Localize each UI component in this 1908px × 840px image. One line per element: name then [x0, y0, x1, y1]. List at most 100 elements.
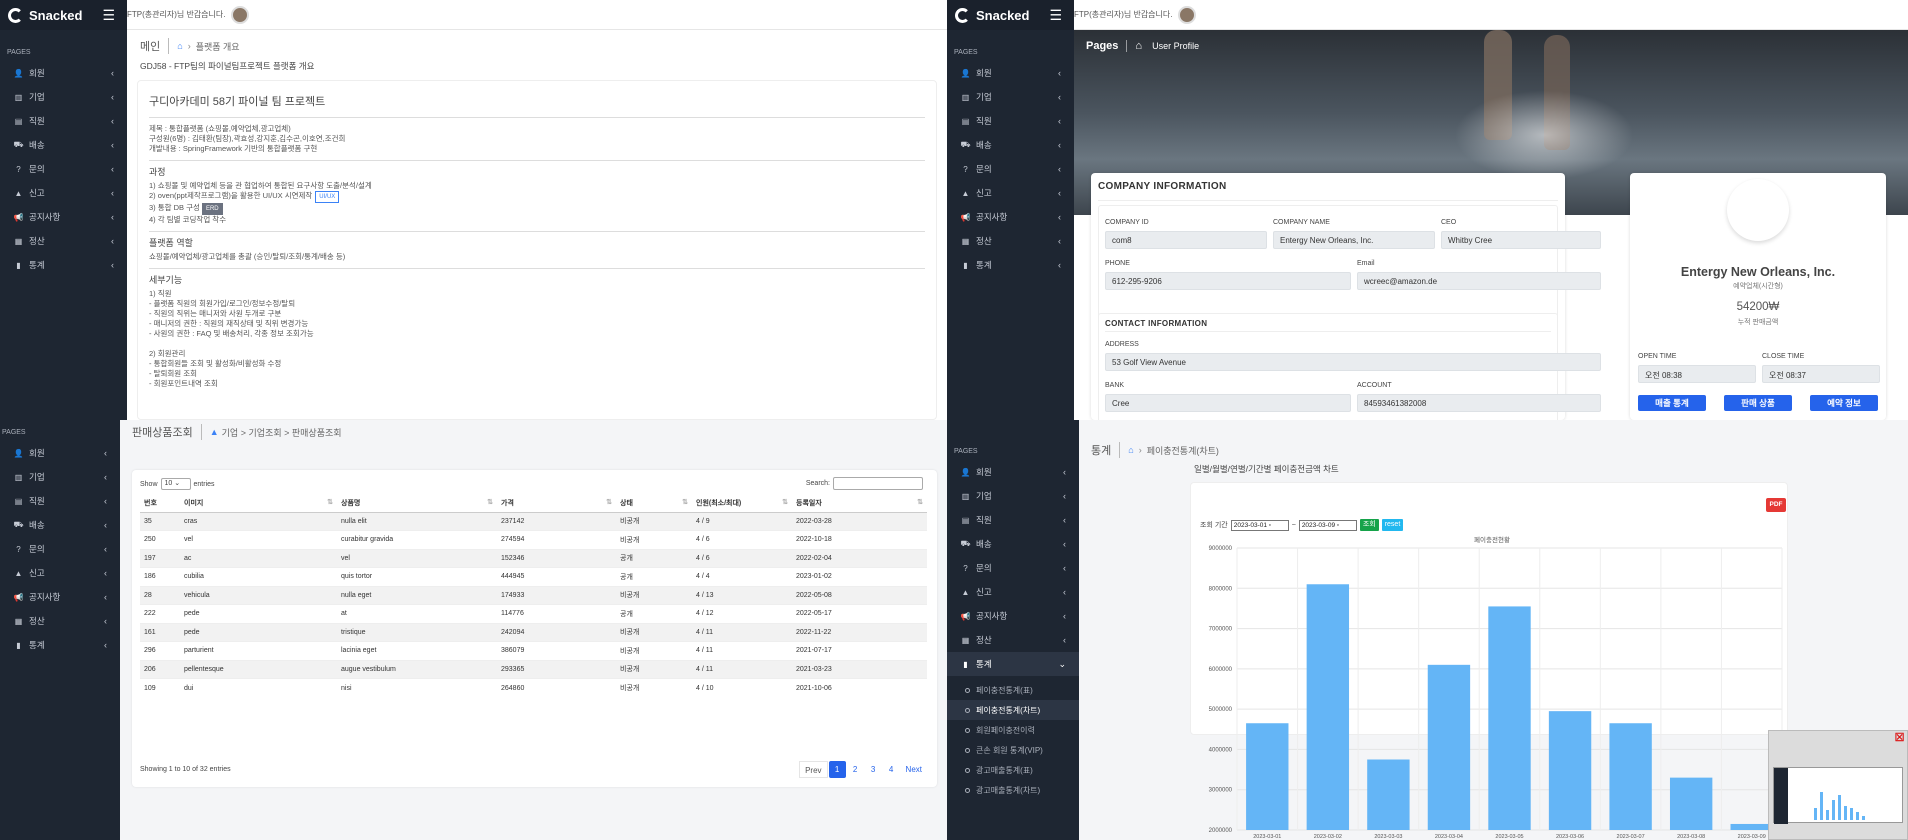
sort-icon[interactable]: ⇅	[327, 498, 333, 506]
table-cell: lacinia eget	[337, 641, 497, 660]
company-id-field: COMPANY ID com8	[1105, 219, 1267, 249]
erd-tag[interactable]: ERD	[201, 203, 223, 215]
sidebar-item-employee[interactable]: ▤ 직원 ‹	[0, 109, 127, 133]
profile-amount-label: 누적 판매금액	[1737, 319, 1779, 326]
table-row[interactable]: 222 pede at 114776 공개 4 / 12 2022-05-17	[140, 604, 927, 623]
sidebar-item-stats[interactable]: ▮ 통계 ‹	[0, 633, 120, 657]
next-page-button[interactable]: Next	[901, 761, 927, 778]
overview-heading: GDJ58 - FTP팀의 파이널팀프로젝트 플랫폼 개요	[140, 61, 315, 71]
column-header[interactable]: 등록일자 ⇅	[792, 495, 927, 513]
field-label: COMPANY NAME	[1273, 219, 1330, 226]
sort-icon[interactable]: ⇅	[606, 498, 612, 506]
sidebar-item-company[interactable]: ▥ 기업 ‹	[0, 85, 127, 109]
sidebar-item-delivery[interactable]: ⛟ 배송 ‹	[947, 133, 1074, 157]
column-header[interactable]: 이미지 ⇅	[180, 495, 337, 513]
table-cell: 2022-05-17	[792, 604, 927, 623]
sidebar-item-report[interactable]: ▲ 신고 ‹	[947, 181, 1074, 205]
chart-bar	[1306, 584, 1350, 830]
sidebar-item-notice[interactable]: 📢 공지사항 ‹	[947, 205, 1074, 229]
hamburger-icon[interactable]: ☰	[102, 7, 115, 24]
thumbnail-window[interactable]: ☒	[1768, 730, 1908, 840]
address-input[interactable]: 53 Golf View Avenue	[1105, 353, 1601, 371]
sidebar-item-delivery[interactable]: ⛟ 배송 ‹	[0, 133, 127, 157]
sidebar-item-stats[interactable]: ▮ 통계 ‹	[947, 253, 1074, 277]
table-row[interactable]: 186 cubilia quis tortor 444945 공개 4 / 4 2023-0…	[140, 567, 927, 586]
table-cell: 2022-02-04	[792, 548, 927, 568]
company-profile-card: Entergy New Orleans, Inc. 예약업체(시간형) 5420…	[1630, 173, 1886, 420]
sort-icon[interactable]: ⇅	[917, 498, 923, 506]
avatar[interactable]	[231, 5, 250, 24]
x-tick-label: 2023-03-09	[1738, 834, 1766, 840]
column-header-label: 상태	[620, 500, 633, 508]
sidebar-item-inquiry[interactable]: ? 문의 ‹	[0, 157, 127, 181]
company-id-input[interactable]: com8	[1105, 231, 1267, 249]
sidebar-item-notice[interactable]: 📢 공지사항 ‹	[0, 205, 127, 229]
sale-products-button[interactable]: 판매 상품	[1724, 395, 1792, 411]
sidebar-item-member[interactable]: 👤 회원 ‹	[947, 61, 1074, 85]
sidebar-item-delivery[interactable]: ⛟ 배송 ‹	[0, 513, 120, 537]
table-row[interactable]: 109 dui nisi 264860 비공개 4 / 10 2021-10-06	[140, 678, 927, 697]
receipt-icon: ▦	[961, 236, 970, 246]
column-header[interactable]: 상품명 ⇅	[337, 495, 497, 513]
warning-icon[interactable]: ▲	[210, 427, 219, 437]
search-input[interactable]	[833, 477, 923, 490]
table-row[interactable]: 296 parturient lacinia eget 386079 비공개 4 / 11…	[140, 641, 927, 660]
sidebar-item-member[interactable]: 👤 회원 ‹	[0, 441, 120, 465]
sidebar-item-employee[interactable]: ▤ 직원 ‹	[0, 489, 120, 513]
table-wrapper: 번호 이미지 ⇅ 상품명 ⇅ 가격 ⇅ 상태 ⇅ 인원(최소/최대) ⇅ 등록일자 ⇅ 35 cras nu…	[140, 495, 927, 697]
table-row[interactable]: 197 ac vel 152346 공개 4 / 6 2022-02-04	[140, 548, 927, 568]
sort-icon[interactable]: ⇅	[782, 498, 788, 506]
close-time-input[interactable]: 오전 08:37	[1762, 365, 1880, 383]
table-row[interactable]: 206 pellentesque augue vestibulum 293365 비공개…	[140, 659, 927, 679]
brand[interactable]: Snacked ☰	[947, 0, 1074, 30]
phone-input[interactable]: 612-295-9206	[1105, 272, 1351, 290]
page-length-select[interactable]: 10 ⌄	[160, 478, 191, 490]
page-2-button[interactable]: 2	[847, 761, 864, 778]
sort-icon[interactable]: ⇅	[487, 498, 493, 506]
sidebar-item-stats[interactable]: ▮ 통계 ‹	[0, 253, 127, 277]
column-header[interactable]: 가격 ⇅	[497, 495, 616, 513]
home-icon[interactable]: ⌂	[1135, 40, 1142, 52]
column-header[interactable]: 인원(최소/최대) ⇅	[692, 495, 792, 513]
hamburger-icon[interactable]: ☰	[1049, 7, 1062, 24]
account-input[interactable]: 84593461382008	[1357, 394, 1601, 412]
sidebar-item-settlement[interactable]: ▦ 정산 ‹	[947, 229, 1074, 253]
prev-page-button[interactable]: Prev	[799, 761, 828, 778]
sidebar-item-settlement[interactable]: ▦ 정산 ‹	[0, 229, 127, 253]
sidebar-item-member[interactable]: 👤 회원 ‹	[0, 61, 127, 85]
table-row[interactable]: 35 cras nulla elit 237142 비공개 4 / 9 2022-03-28	[140, 511, 927, 531]
page-4-button[interactable]: 4	[883, 761, 900, 778]
home-icon[interactable]: ⌂	[177, 41, 182, 51]
x-tick-label: 2023-03-08	[1677, 834, 1705, 840]
avatar[interactable]	[1178, 5, 1197, 24]
sidebar-item-company[interactable]: ▥ 기업 ‹	[0, 465, 120, 489]
open-time-input[interactable]: 오전 08:38	[1638, 365, 1756, 383]
ceo-input[interactable]: Whitby Cree	[1441, 231, 1601, 249]
sidebar-item-settlement[interactable]: ▦ 정산 ‹	[0, 609, 120, 633]
reservation-info-button[interactable]: 예약 정보	[1810, 395, 1878, 411]
sidebar-item-report[interactable]: ▲ 신고 ‹	[0, 561, 120, 585]
y-tick-label: 2000000	[1209, 828, 1233, 834]
sidebar-item-company[interactable]: ▥ 기업 ‹	[947, 85, 1074, 109]
sidebar-item-employee[interactable]: ▤ 직원 ‹	[947, 109, 1074, 133]
column-header[interactable]: 상태 ⇅	[616, 495, 692, 513]
sales-stats-button[interactable]: 매출 통계	[1638, 395, 1706, 411]
sidebar-item-notice[interactable]: 📢 공지사항 ‹	[0, 585, 120, 609]
sidebar-item-inquiry[interactable]: ? 문의 ‹	[947, 157, 1074, 181]
page-1-button[interactable]: 1	[828, 761, 846, 778]
column-header[interactable]: 번호	[140, 495, 180, 513]
bank-input[interactable]: Cree	[1105, 394, 1351, 412]
table-row[interactable]: 28 vehicula nulla eget 174933 비공개 4 / 13 2022-…	[140, 585, 927, 605]
table-row[interactable]: 161 pede tristique 242094 비공개 4 / 11 2022-11-2…	[140, 622, 927, 642]
sidebar-item-inquiry[interactable]: ? 문의 ‹	[0, 537, 120, 561]
brand[interactable]: Snacked ☰	[0, 0, 127, 30]
table-cell: tristique	[337, 622, 497, 642]
company-name-input[interactable]: Entergy New Orleans, Inc.	[1273, 231, 1435, 249]
uiux-tag[interactable]: UI/UX	[315, 191, 340, 203]
close-icon[interactable]: ☒	[1894, 733, 1905, 744]
sidebar-item-report[interactable]: ▲ 신고 ‹	[0, 181, 127, 205]
sort-icon[interactable]: ⇅	[682, 498, 688, 506]
page-3-button[interactable]: 3	[865, 761, 882, 778]
table-row[interactable]: 250 vel curabitur gravida 274594 비공개 4 / 6 202…	[140, 530, 927, 549]
email-input[interactable]: wcreec@amazon.de	[1357, 272, 1601, 290]
